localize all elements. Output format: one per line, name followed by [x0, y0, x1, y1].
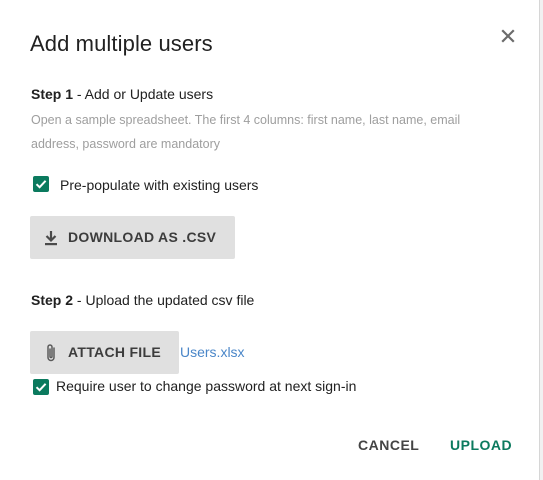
require-password-change-checkbox[interactable] [33, 379, 49, 395]
step1-label: Step 1 [31, 86, 74, 102]
step1-heading: Step 1 - Add or Update users [31, 86, 213, 102]
step1-text: - Add or Update users [73, 86, 214, 102]
close-icon[interactable] [498, 26, 518, 46]
cancel-button[interactable]: CANCEL [358, 437, 419, 453]
download-csv-button[interactable]: DOWNLOAD AS .CSV [30, 216, 235, 259]
step2-heading: Step 2 - Upload the updated csv file [31, 292, 254, 308]
attach-file-label: ATTACH FILE [68, 344, 161, 360]
checkmark-icon [35, 383, 47, 392]
require-password-change-label[interactable]: Require user to change password at next … [56, 378, 356, 394]
paperclip-icon [45, 343, 57, 366]
step2-label: Step 2 [31, 292, 74, 308]
attach-file-button[interactable]: ATTACH FILE [30, 331, 179, 374]
download-icon [44, 230, 58, 249]
step1-description: Open a sample spreadsheet. The first 4 c… [31, 113, 461, 151]
upload-button[interactable]: UPLOAD [450, 437, 512, 453]
download-csv-label: DOWNLOAD AS .CSV [68, 229, 217, 245]
add-users-dialog: Add multiple users Step 1 - Add or Updat… [0, 0, 540, 480]
prepopulate-label[interactable]: Pre-populate with existing users [60, 177, 258, 193]
dialog-title: Add multiple users [30, 31, 213, 56]
checkmark-icon [35, 180, 47, 189]
step2-text: - Upload the updated csv file [73, 292, 255, 308]
attached-filename-link[interactable]: Users.xlsx [180, 344, 245, 360]
prepopulate-checkbox[interactable] [33, 176, 49, 192]
